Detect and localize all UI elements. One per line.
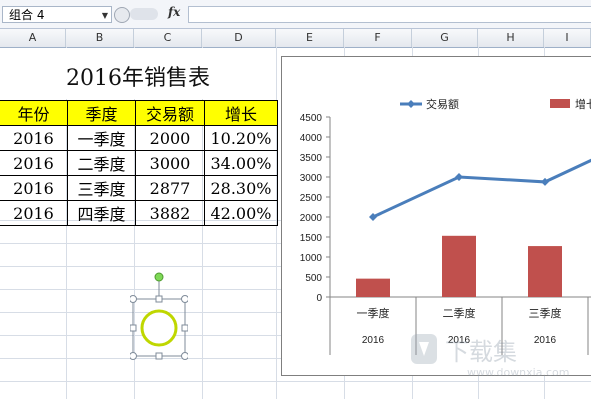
- cell-year[interactable]: 2016: [0, 150, 68, 176]
- column-header-b[interactable]: B: [66, 29, 134, 47]
- sales-chart[interactable]: 0 500 1000 1500 2000 2500 3000 3500 4000 4500 一季度 2…: [281, 56, 591, 376]
- column-header-a[interactable]: A: [0, 29, 66, 47]
- cell-growth[interactable]: 28.30%: [204, 175, 278, 201]
- cell-year[interactable]: 2016: [0, 200, 68, 226]
- y-tick-label: 1500: [300, 233, 323, 244]
- header-amount[interactable]: 交易额: [135, 100, 205, 126]
- formula-bar: 组合 4 ▼ fx: [0, 0, 591, 29]
- resize-handle-n[interactable]: [155, 295, 163, 303]
- selected-shape-group[interactable]: [130, 272, 188, 360]
- resize-handle-nw[interactable]: [130, 295, 137, 303]
- x-group-label: 2016: [362, 335, 385, 346]
- column-header-g[interactable]: G: [412, 29, 478, 47]
- x-tick-label: 一季度: [357, 306, 390, 320]
- y-tick-label: 2000: [300, 213, 323, 224]
- column-header-e[interactable]: E: [276, 29, 344, 47]
- cell-growth[interactable]: 34.00%: [204, 150, 278, 176]
- formula-cancel-icon[interactable]: [114, 7, 130, 23]
- cell-quarter[interactable]: 一季度: [67, 125, 136, 151]
- column-header-d[interactable]: D: [202, 29, 276, 47]
- header-growth[interactable]: 增长: [204, 100, 278, 126]
- site-watermark: 下载集 www.downxia.com: [411, 334, 569, 379]
- watermark-text: 下载集: [445, 338, 517, 366]
- column-header-i[interactable]: I: [544, 29, 591, 47]
- column-header-bar: A B C D E F G H I: [0, 29, 591, 48]
- header-quarter[interactable]: 季度: [67, 100, 136, 126]
- watermark-url: www.downxia.com: [467, 366, 569, 379]
- cell-growth[interactable]: 42.00%: [204, 200, 278, 226]
- resize-handle-sw[interactable]: [130, 352, 137, 360]
- table-header-row: 年份 季度 交易额 增长: [0, 100, 278, 126]
- y-tick-label: 2500: [300, 193, 323, 204]
- line-amount: [372, 158, 591, 219]
- bar-growth: [442, 235, 476, 297]
- y-tick-label: 1000: [300, 253, 323, 264]
- cell-growth[interactable]: 10.20%: [204, 125, 278, 151]
- circle-shape[interactable]: [140, 309, 178, 347]
- cell-amount[interactable]: 2000: [135, 125, 205, 151]
- chevron-down-icon[interactable]: ▼: [102, 7, 108, 24]
- resize-handle-w[interactable]: [130, 324, 137, 332]
- rotate-handle[interactable]: [154, 272, 164, 282]
- table-title: 2016年销售表: [66, 66, 210, 91]
- cell-quarter[interactable]: 四季度: [67, 200, 136, 226]
- column-header-f[interactable]: F: [344, 29, 412, 47]
- y-tick-label: 4500: [300, 113, 323, 124]
- legend-bar-swatch: [550, 99, 570, 108]
- x-tick-label: 二季度: [443, 306, 476, 320]
- resize-handle-e[interactable]: [181, 324, 188, 332]
- insert-function-icon[interactable]: fx: [168, 5, 180, 19]
- cell-quarter[interactable]: 三季度: [67, 175, 136, 201]
- formula-input[interactable]: [188, 6, 591, 23]
- formula-bar-splitter[interactable]: [130, 8, 158, 20]
- legend-marker: [407, 100, 415, 108]
- column-header-h[interactable]: H: [478, 29, 544, 47]
- table-row: 2016 三季度 2877 28.30%: [0, 175, 278, 201]
- name-box-value: 组合 4: [9, 8, 45, 22]
- bar-growth: [528, 246, 562, 297]
- resize-handle-s[interactable]: [155, 352, 163, 360]
- table-row: 2016 一季度 2000 10.20%: [0, 125, 278, 151]
- header-year[interactable]: 年份: [0, 100, 68, 126]
- legend-label-growth: 增七: [575, 97, 591, 111]
- sales-table: 年份 季度 交易额 增长 2016 一季度 2000 10.20% 2016 二…: [0, 100, 278, 226]
- cell-amount[interactable]: 2877: [135, 175, 205, 201]
- cell-amount[interactable]: 3000: [135, 150, 205, 176]
- resize-handle-ne[interactable]: [181, 295, 189, 303]
- cell-year[interactable]: 2016: [0, 175, 68, 201]
- legend-label-amount: 交易额: [426, 97, 459, 111]
- cell-quarter[interactable]: 二季度: [67, 150, 136, 176]
- y-tick-label: 4000: [300, 133, 323, 144]
- y-tick-label: 3000: [300, 173, 323, 184]
- y-tick-label: 0: [316, 293, 322, 304]
- cell-year[interactable]: 2016: [0, 125, 68, 151]
- column-header-c[interactable]: C: [134, 29, 202, 47]
- table-row: 2016 二季度 3000 34.00%: [0, 150, 278, 176]
- resize-handle-se[interactable]: [181, 352, 189, 360]
- x-tick-label: 三季度: [529, 306, 562, 320]
- table-row: 2016 四季度 3882 42.00%: [0, 200, 278, 226]
- cell-amount[interactable]: 3882: [135, 200, 205, 226]
- y-tick-label: 500: [305, 273, 322, 284]
- y-tick-label: 3500: [300, 153, 323, 164]
- name-box[interactable]: 组合 4 ▼: [2, 6, 112, 23]
- chart-canvas: 0 500 1000 1500 2000 2500 3000 3500 4000 4500 一季度 2…: [300, 97, 591, 355]
- bar-growth: [356, 278, 390, 297]
